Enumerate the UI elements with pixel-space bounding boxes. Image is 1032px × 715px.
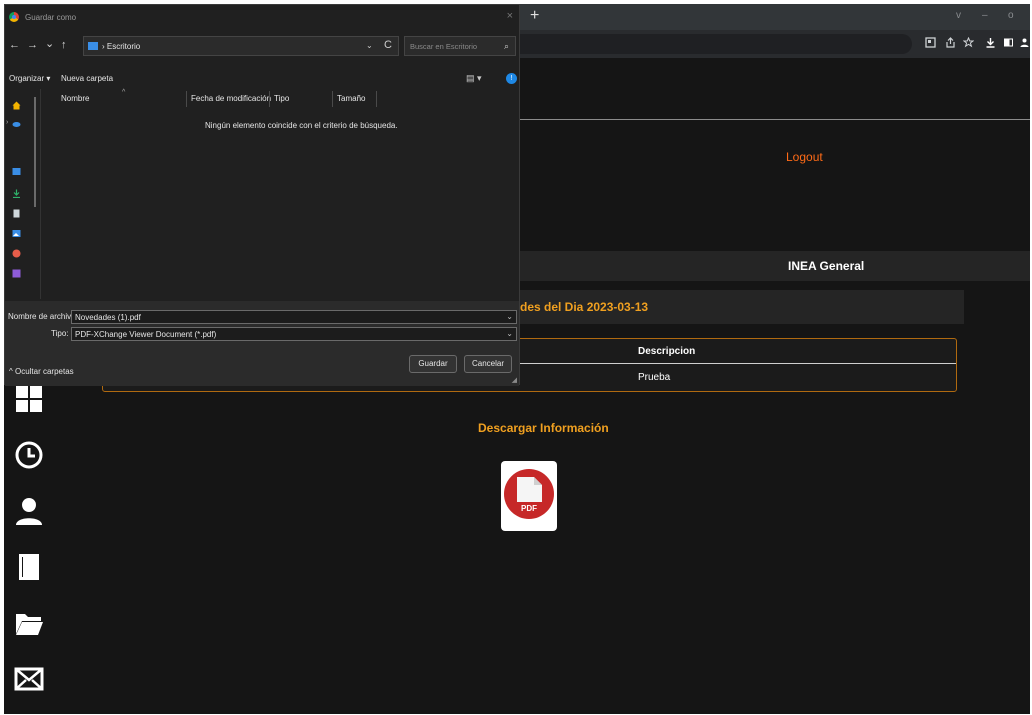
- table-header-descripcion: Descripcion: [638, 346, 696, 357]
- view-options-icon[interactable]: ▤ ▾: [466, 73, 482, 84]
- column-header-name[interactable]: Nombre: [61, 94, 89, 103]
- empty-results-message: Ningún elemento coincide con el criterio…: [205, 121, 398, 130]
- back-button[interactable]: ←: [9, 39, 20, 51]
- help-icon[interactable]: !: [506, 73, 517, 84]
- address-dropdown-icon[interactable]: ⌄: [366, 41, 373, 50]
- section-bar: [514, 251, 1030, 281]
- maximize-button[interactable]: o: [1008, 10, 1014, 21]
- dashboard-icon[interactable]: [14, 384, 44, 414]
- novedades-title: des del Dia 2023-03-13: [520, 300, 649, 314]
- resize-grip-icon[interactable]: ◢: [512, 376, 517, 384]
- file-type-value[interactable]: PDF-XChange Viewer Document (*.pdf): [75, 330, 216, 339]
- downloads-icon[interactable]: [12, 189, 21, 198]
- chrome-icon: [9, 12, 19, 22]
- profile-icon[interactable]: [1018, 37, 1030, 49]
- videos-icon[interactable]: [12, 269, 21, 278]
- filename-value[interactable]: Novedades (1).pdf: [75, 313, 141, 322]
- dialog-bottom-panel: Nombre de archivo: Novedades (1).pdf ⌄ T…: [5, 301, 519, 386]
- column-header-date[interactable]: Fecha de modificación: [191, 94, 271, 103]
- column-header-type[interactable]: Tipo: [274, 94, 289, 103]
- download-icon[interactable]: [984, 37, 996, 49]
- expand-chevron-icon[interactable]: ›: [6, 119, 8, 126]
- extension-icon[interactable]: [924, 37, 936, 49]
- music-icon[interactable]: [12, 249, 21, 258]
- table-divider: [514, 363, 956, 364]
- pdf-badge: PDF: [521, 504, 537, 513]
- pictures-icon[interactable]: [12, 229, 21, 238]
- download-label: Descargar Información: [478, 421, 609, 435]
- book-icon[interactable]: [14, 552, 44, 582]
- search-placeholder: Buscar en Escritorio: [410, 42, 478, 51]
- minimize-button[interactable]: –: [982, 10, 988, 21]
- file-type-select[interactable]: PDF-XChange Viewer Document (*.pdf) ⌄: [71, 327, 517, 341]
- dialog-command-bar: Organizar ▾ Nueva carpeta ▤ ▾ !: [5, 72, 519, 88]
- header-divider: [519, 119, 1030, 120]
- filename-label: Nombre de archivo:: [8, 312, 78, 321]
- breadcrumb-path[interactable]: › Escritorio: [102, 42, 140, 51]
- home-icon[interactable]: [12, 101, 21, 110]
- new-folder-button[interactable]: Nueva carpeta: [61, 74, 113, 83]
- save-as-dialog: Guardar como × ← → ⌄ ↑ › Escritorio ⌄ C …: [4, 4, 520, 386]
- column-divider[interactable]: [332, 91, 333, 107]
- new-tab-button[interactable]: +: [530, 7, 539, 25]
- nav-pane-scrollbar[interactable]: [34, 97, 36, 207]
- sort-indicator: ^: [122, 89, 126, 96]
- desktop-icon[interactable]: [12, 167, 21, 176]
- save-button[interactable]: Guardar: [409, 355, 457, 373]
- folder-icon[interactable]: [14, 608, 44, 638]
- table-cell: Prueba: [638, 372, 671, 383]
- pdf-download-button[interactable]: PDF: [501, 461, 557, 531]
- cancel-button[interactable]: Cancelar: [464, 355, 512, 373]
- chevron-down-icon[interactable]: ⌄: [506, 329, 513, 338]
- user-icon[interactable]: [14, 496, 44, 526]
- forward-button[interactable]: →: [27, 39, 38, 51]
- tab-search-button[interactable]: v: [956, 10, 961, 21]
- recent-locations-button[interactable]: ⌄: [45, 37, 54, 50]
- dialog-title: Guardar como: [25, 13, 77, 22]
- search-icon[interactable]: ⌕: [504, 41, 509, 52]
- organize-menu[interactable]: Organizar ▾: [9, 74, 50, 83]
- share-icon[interactable]: [944, 37, 956, 49]
- search-input[interactable]: Buscar en Escritorio ⌕: [404, 36, 516, 56]
- close-icon[interactable]: ×: [507, 10, 513, 22]
- refresh-icon[interactable]: C: [384, 39, 392, 51]
- column-divider[interactable]: [376, 91, 377, 107]
- documents-icon[interactable]: [12, 209, 21, 218]
- logout-link[interactable]: Logout: [786, 150, 823, 164]
- dialog-nav-row: ← → ⌄ ↑ › Escritorio ⌄ C Buscar en Escri…: [5, 34, 519, 58]
- column-header-size[interactable]: Tamaño: [337, 94, 365, 103]
- mail-icon[interactable]: [14, 664, 44, 694]
- star-icon[interactable]: [962, 36, 974, 49]
- clock-icon[interactable]: [14, 440, 44, 470]
- hide-folders-toggle[interactable]: ^ Ocultar carpetas: [9, 367, 74, 376]
- dialog-titlebar[interactable]: Guardar como ×: [5, 5, 519, 29]
- section-title: INEA General: [788, 259, 865, 273]
- desktop-folder-icon: [88, 42, 98, 50]
- onedrive-icon[interactable]: [12, 119, 21, 128]
- column-divider[interactable]: [269, 91, 270, 107]
- column-divider[interactable]: [186, 91, 187, 107]
- pdf-icon: PDF: [504, 469, 554, 519]
- up-button[interactable]: ↑: [61, 39, 67, 51]
- address-bar[interactable]: [512, 34, 912, 54]
- type-label: Tipo:: [51, 329, 69, 338]
- chevron-down-icon[interactable]: ⌄: [506, 312, 513, 321]
- sidebar-icon[interactable]: [1002, 37, 1014, 49]
- address-breadcrumb[interactable]: › Escritorio ⌄ C: [83, 36, 399, 56]
- navigation-pane: ›: [5, 89, 41, 299]
- filename-field[interactable]: Novedades (1).pdf ⌄: [71, 310, 517, 324]
